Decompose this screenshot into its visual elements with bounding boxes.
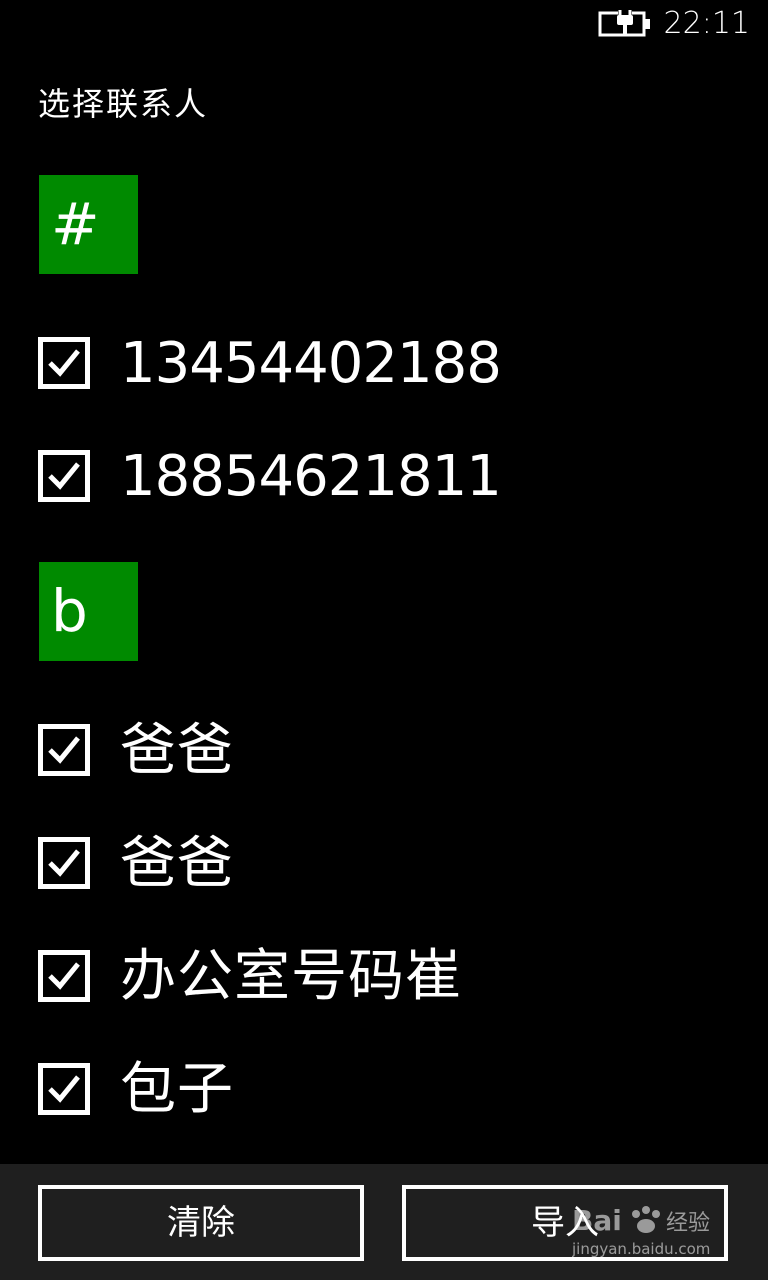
checkmark-icon	[48, 462, 80, 490]
group-header-hash[interactable]: #	[39, 175, 138, 274]
contact-checkbox[interactable]	[38, 337, 90, 389]
contact-row[interactable]: 办公室号码崔	[38, 944, 738, 1009]
group-header-b[interactable]: b	[39, 562, 138, 661]
checkmark-icon	[48, 962, 80, 990]
page-title: 选择联系人	[38, 85, 209, 123]
contact-checkbox[interactable]	[38, 724, 90, 776]
contact-name: 13454402188	[120, 331, 502, 396]
checkmark-icon	[48, 349, 80, 377]
svg-text:Bai: Bai	[572, 1204, 622, 1237]
svg-text:jingyan.baidu.com: jingyan.baidu.com	[572, 1240, 710, 1258]
checkmark-icon	[48, 1075, 80, 1103]
baidu-jingyan-watermark: Bai 经验 jingyan.baidu.com	[572, 1204, 710, 1258]
contact-checkbox[interactable]	[38, 450, 90, 502]
contact-checkbox[interactable]	[38, 950, 90, 1002]
contact-name: 包子	[120, 1057, 234, 1122]
contact-name: 18854621811	[120, 444, 502, 509]
contact-row[interactable]: 爸爸	[38, 831, 738, 896]
status-clock: 22:11	[663, 6, 750, 41]
checkmark-icon	[48, 736, 80, 764]
contact-checkbox[interactable]	[38, 1063, 90, 1115]
contact-name: 爸爸	[120, 831, 234, 896]
contact-row[interactable]: 爸爸	[38, 718, 738, 783]
contact-row[interactable]: 包子	[38, 1057, 738, 1122]
contact-name: 办公室号码崔	[120, 944, 462, 1009]
contact-name: 爸爸	[120, 718, 234, 783]
contact-row[interactable]: 13454402188	[38, 331, 738, 396]
svg-text:经验: 经验	[666, 1211, 710, 1236]
clear-button[interactable]: 清除	[38, 1185, 364, 1261]
contact-row[interactable]: 18854621811	[38, 444, 738, 509]
checkmark-icon	[48, 849, 80, 877]
contact-checkbox[interactable]	[38, 837, 90, 889]
battery-charging-icon	[598, 10, 650, 37]
status-bar: 22:11	[0, 0, 768, 50]
